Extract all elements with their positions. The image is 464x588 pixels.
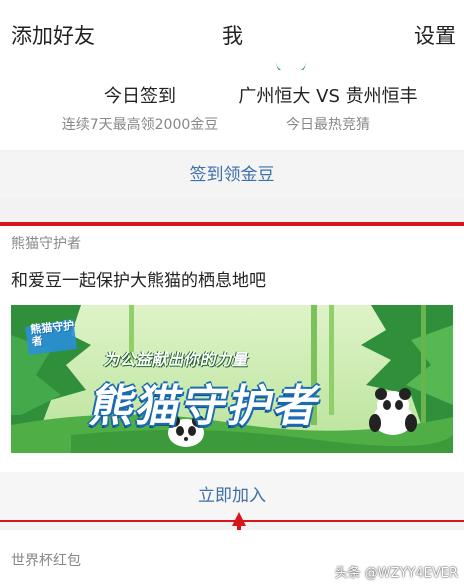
signin-gold-bean-button[interactable]: 签到领金豆 (0, 152, 464, 198)
hot-match-entry[interactable]: 广州恒大 VS 贵州恒丰 今日最热竞猜 (228, 82, 428, 134)
add-friend-button[interactable]: 添加好友 (11, 20, 95, 50)
daily-checkin-subtitle: 连续7天最高领2000金豆 (61, 117, 219, 133)
daily-checkin-title: 今日签到 (104, 86, 176, 107)
settings-button[interactable]: 设置 (414, 20, 456, 50)
banner-logo: 熊猫守护者 (29, 318, 75, 349)
hot-match-title: 广州恒大 VS 贵州恒丰 (238, 86, 418, 107)
top-nav-bar: 添加好友 我 设置 (0, 0, 464, 75)
world-cup-red-packet-label: 世界杯红包 (11, 553, 81, 569)
panda-card-description: 和爱豆一起保护大熊猫的栖息地吧 (11, 271, 266, 291)
banner-title: 熊猫守护者 (85, 381, 327, 432)
banner-slogan: 为公益献出你的力量 (102, 350, 251, 369)
checkin-strip: 今日签到 连续7天最高领2000金豆 广州恒大 VS 贵州恒丰 今日最热竞猜 (0, 70, 464, 150)
hot-match-subtitle: 今日最热竞猜 (286, 117, 370, 133)
panda-card-label: 熊猫守护者 (11, 236, 81, 252)
daily-checkin-entry[interactable]: 今日签到 连续7天最高领2000金豆 (40, 82, 240, 134)
watermark: 头条 @WZYY4EVER (334, 566, 458, 581)
page-title: 我 (222, 24, 243, 48)
